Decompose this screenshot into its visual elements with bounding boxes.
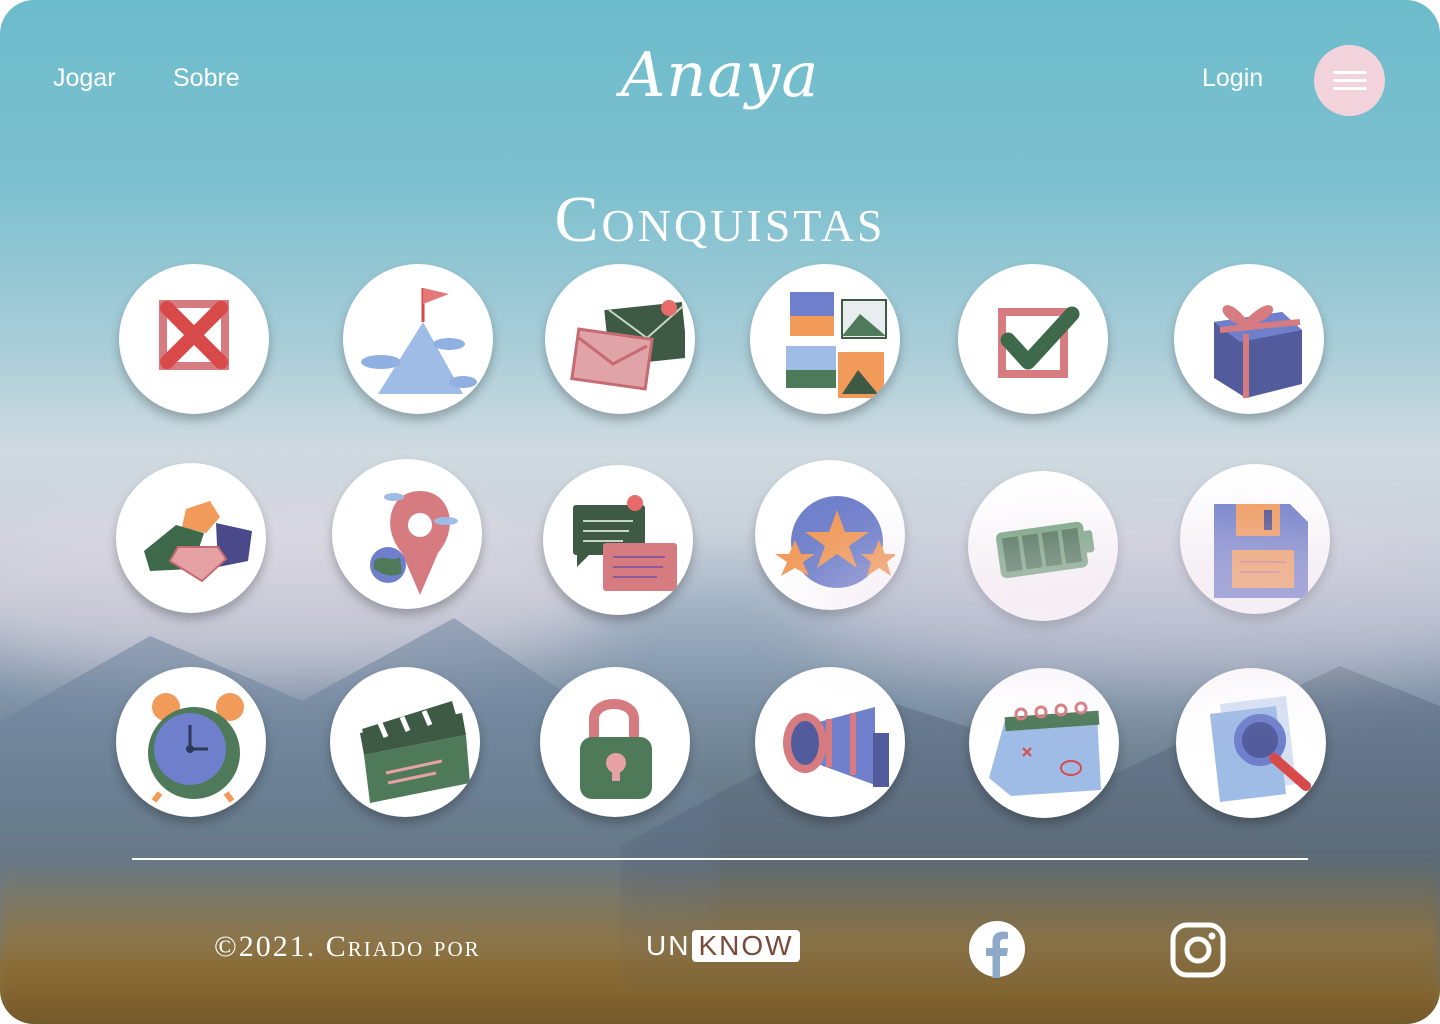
facebook-icon[interactable] [968, 920, 1026, 978]
megaphone-icon [783, 707, 889, 787]
gems-icon [144, 501, 252, 583]
location-pin-icon [370, 491, 458, 595]
nav-login[interactable]: Login [1202, 64, 1263, 93]
hamburger-menu-icon-line [1332, 87, 1367, 90]
achievement-badge[interactable] [343, 264, 493, 414]
footer-divider [132, 858, 1308, 860]
x-mark-icon [159, 300, 229, 370]
achievement-badge[interactable] [119, 264, 269, 414]
menu-button[interactable] [1314, 45, 1385, 116]
achievement-badge[interactable] [543, 465, 693, 615]
checkmark-icon [998, 306, 1080, 378]
document-search-icon [1210, 696, 1311, 802]
app-frame: Jogar Sobre Anaya Login Conquistas ©2021… [0, 0, 1440, 1024]
page-title: Conquistas [554, 183, 886, 257]
hamburger-menu-icon [1332, 71, 1367, 74]
achievement-badge[interactable] [750, 264, 900, 414]
hamburger-menu-icon-line [1332, 79, 1367, 82]
achievement-badge[interactable] [540, 667, 690, 817]
envelopes-icon [570, 300, 685, 391]
alarm-clock-icon [148, 693, 244, 803]
brand-logo[interactable]: UN KNOW [646, 928, 800, 964]
achievement-badge[interactable] [969, 668, 1119, 818]
gift-icon [1214, 305, 1302, 398]
achievement-badge[interactable] [1180, 464, 1330, 614]
achievement-badge[interactable] [545, 264, 695, 414]
clapperboard-icon [360, 701, 470, 803]
mountain-flag-icon [361, 288, 477, 394]
achievement-badge[interactable] [116, 463, 266, 613]
photos-icon [786, 292, 887, 398]
achievement-badge[interactable] [1176, 668, 1326, 818]
achievement-badge[interactable] [968, 471, 1118, 621]
brand-prefix: UN [646, 930, 691, 961]
chat-bubbles-icon [573, 495, 677, 591]
padlock-icon [580, 699, 652, 799]
achievement-badge[interactable] [755, 667, 905, 817]
achievement-badge[interactable] [755, 460, 905, 610]
brand-box: KNOW [692, 930, 800, 962]
achievement-badge[interactable] [958, 264, 1108, 414]
calendar-icon [989, 701, 1101, 796]
stars-icon [775, 496, 895, 588]
floppy-disk-icon [1214, 504, 1308, 598]
achievement-badge[interactable] [116, 667, 266, 817]
achievement-badge[interactable] [1174, 264, 1324, 414]
instagram-icon[interactable] [1170, 922, 1226, 978]
achievement-badge[interactable] [332, 459, 482, 609]
copyright-text: ©2021. Criado por [214, 930, 481, 963]
achievement-badge[interactable] [330, 667, 480, 817]
battery-icon [996, 521, 1095, 579]
